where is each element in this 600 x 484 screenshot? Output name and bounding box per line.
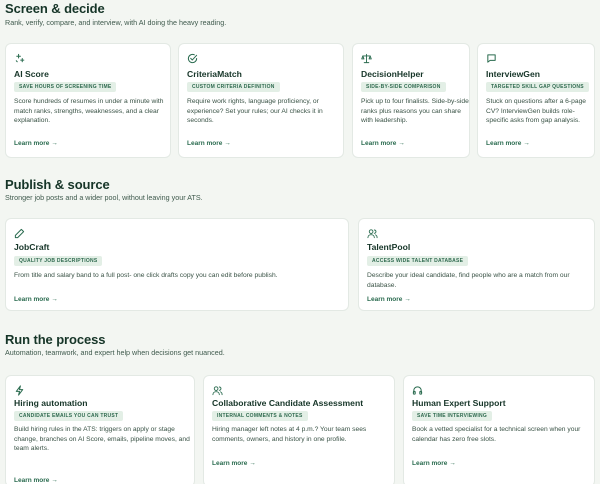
- card-title: Collaborative Candidate Assessment: [212, 398, 364, 408]
- lightning-icon: [14, 385, 25, 396]
- card-collaborative-assessment[interactable]: Collaborative Candidate Assessment INTER…: [203, 375, 395, 484]
- card-title: DecisionHelper: [361, 69, 424, 79]
- card-title: InterviewGen: [486, 69, 540, 79]
- card-badge: QUALITY JOB DESCRIPTIONS: [14, 256, 103, 266]
- card-interviewgen[interactable]: InterviewGen TARGETED SKILL GAP QUESTION…: [477, 43, 595, 158]
- learn-more-link[interactable]: Learn more →: [14, 477, 58, 484]
- card-human-expert-support[interactable]: Human Expert Support SAVE TIME INTERVIEW…: [403, 375, 595, 484]
- learn-more-link[interactable]: Learn more →: [212, 460, 256, 467]
- card-description: Pick up to four finalists. Side-by-side …: [361, 98, 469, 125]
- section-screen-decide: Screen & decide Rank, verify, compare, a…: [0, 0, 600, 170]
- section-subtitle: Rank, verify, compare, and interview, wi…: [5, 18, 227, 27]
- card-description: Describe your ideal candidate, find peop…: [367, 272, 570, 289]
- card-description: Build hiring rules in the ATS: triggers …: [14, 426, 190, 453]
- card-hiring-automation[interactable]: Hiring automation CANDIDATE EMAILS YOU C…: [5, 375, 195, 484]
- section-title: Run the process: [5, 332, 106, 347]
- card-description: Require work rights, language proficienc…: [187, 98, 323, 125]
- learn-more-link[interactable]: Learn more →: [14, 140, 58, 147]
- card-title: Human Expert Support: [412, 398, 506, 408]
- headphones-icon: [412, 385, 423, 396]
- check-circle-icon: [187, 53, 198, 64]
- sparkle-icon: [14, 53, 25, 64]
- section-publish-source: Publish & source Stronger job posts and …: [0, 175, 600, 315]
- card-badge: SAVE TIME INTERVIEWING: [412, 411, 493, 421]
- learn-more-link[interactable]: Learn more →: [412, 460, 456, 467]
- card-title: Hiring automation: [14, 398, 88, 408]
- card-badge: SIDE-BY-SIDE COMPARISON: [361, 82, 446, 92]
- card-description: From title and salary band to a full pos…: [14, 272, 278, 279]
- card-description: Stuck on questions after a 6-page CV? In…: [486, 98, 587, 125]
- learn-more-link[interactable]: Learn more →: [361, 140, 405, 147]
- card-talentpool[interactable]: TalentPool ACCESS WIDE TALENT DATABASE D…: [358, 218, 595, 311]
- section-subtitle: Automation, teamwork, and expert help wh…: [5, 348, 225, 357]
- section-run-process: Run the process Automation, teamwork, an…: [0, 330, 600, 484]
- learn-more-link[interactable]: Learn more →: [187, 140, 231, 147]
- learn-more-link[interactable]: Learn more →: [14, 296, 58, 303]
- card-jobcraft[interactable]: JobCraft QUALITY JOB DESCRIPTIONS From t…: [5, 218, 349, 311]
- card-badge: INTERNAL COMMENTS & NOTES: [212, 411, 308, 421]
- card-title: TalentPool: [367, 242, 411, 252]
- learn-more-link[interactable]: Learn more →: [486, 140, 530, 147]
- card-title: JobCraft: [14, 242, 50, 252]
- card-description: Score hundreds of resumes in under a min…: [14, 98, 164, 125]
- section-title: Screen & decide: [5, 1, 105, 16]
- section-title: Publish & source: [5, 177, 110, 192]
- card-description: Hiring manager left notes at 4 p.m.? You…: [212, 426, 367, 443]
- card-badge: CANDIDATE EMAILS YOU CAN TRUST: [14, 411, 124, 421]
- card-description: Book a vetted specialist for a technical…: [412, 426, 581, 443]
- card-badge: ACCESS WIDE TALENT DATABASE: [367, 256, 469, 266]
- users-icon: [367, 228, 378, 239]
- chat-icon: [486, 53, 497, 64]
- pen-icon: [14, 228, 25, 239]
- card-criteriamatch[interactable]: CriteriaMatch CUSTOM CRITERIA DEFINITION…: [178, 43, 344, 158]
- card-badge: TARGETED SKILL GAP QUESTIONS: [486, 82, 589, 92]
- card-badge: CUSTOM CRITERIA DEFINITION: [187, 82, 280, 92]
- card-title: CriteriaMatch: [187, 69, 242, 79]
- card-title: AI Score: [14, 69, 49, 79]
- card-decisionhelper[interactable]: DecisionHelper SIDE-BY-SIDE COMPARISON P…: [352, 43, 470, 158]
- card-badge: SAVE HOURS OF SCREENING TIME: [14, 82, 117, 92]
- card-ai-score[interactable]: AI Score SAVE HOURS OF SCREENING TIME Sc…: [5, 43, 171, 158]
- scale-icon: [361, 53, 372, 64]
- users-icon: [212, 385, 223, 396]
- learn-more-link[interactable]: Learn more →: [367, 296, 411, 303]
- section-subtitle: Stronger job posts and a wider pool, wit…: [5, 193, 203, 202]
